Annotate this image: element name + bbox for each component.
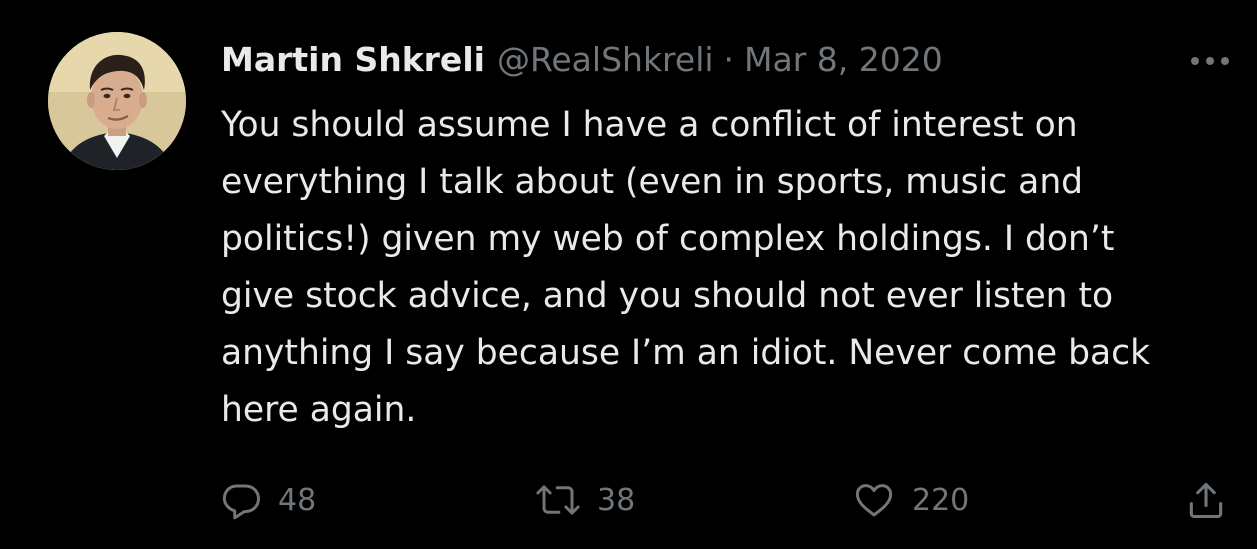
- like-count: 220: [912, 482, 970, 518]
- heart-icon: [855, 484, 893, 517]
- tweet-text-line: give stock advice, and you should not ev…: [221, 276, 1114, 316]
- action-bar: 48 38 220: [0, 470, 1257, 530]
- author-name[interactable]: Martin Shkreli: [221, 38, 485, 82]
- tweet-text-line: everything I talk about (even in sports,…: [221, 162, 1084, 202]
- reply-count: 48: [278, 482, 317, 518]
- tweet-text-line: anything I say because I’m an idiot. Nev…: [221, 333, 1151, 373]
- share-upload-icon: [1189, 482, 1223, 519]
- tweet-text: You should assume I have a conflict of i…: [221, 97, 1231, 439]
- reply-bubble-icon: [222, 484, 260, 520]
- more-button[interactable]: [1186, 46, 1234, 76]
- tweet-text-line: You should assume I have a conflict of i…: [221, 105, 1078, 145]
- reply-button[interactable]: 48: [220, 470, 316, 530]
- header-separator: ·: [723, 40, 735, 79]
- tweet-card: Martin Shkreli @RealShkreli · Mar 8, 202…: [0, 0, 1257, 549]
- tweet-date[interactable]: Mar 8, 2020: [744, 38, 943, 82]
- more-horizontal-icon: [1191, 57, 1229, 65]
- retweet-button[interactable]: 38: [535, 470, 635, 530]
- like-button[interactable]: 220: [852, 470, 969, 530]
- author-handle[interactable]: @RealShkreli: [497, 38, 714, 82]
- tweet-header: Martin Shkreli @RealShkreli · Mar 8, 202…: [221, 38, 943, 82]
- retweet-arrows-icon: [536, 485, 580, 515]
- avatar-image: [48, 32, 186, 170]
- tweet-text-line: here again.: [221, 390, 417, 430]
- avatar[interactable]: [48, 32, 186, 170]
- tweet-text-line: politics!) given my web of complex holdi…: [221, 219, 1115, 259]
- share-button[interactable]: [1184, 470, 1228, 530]
- retweet-count: 38: [597, 482, 636, 518]
